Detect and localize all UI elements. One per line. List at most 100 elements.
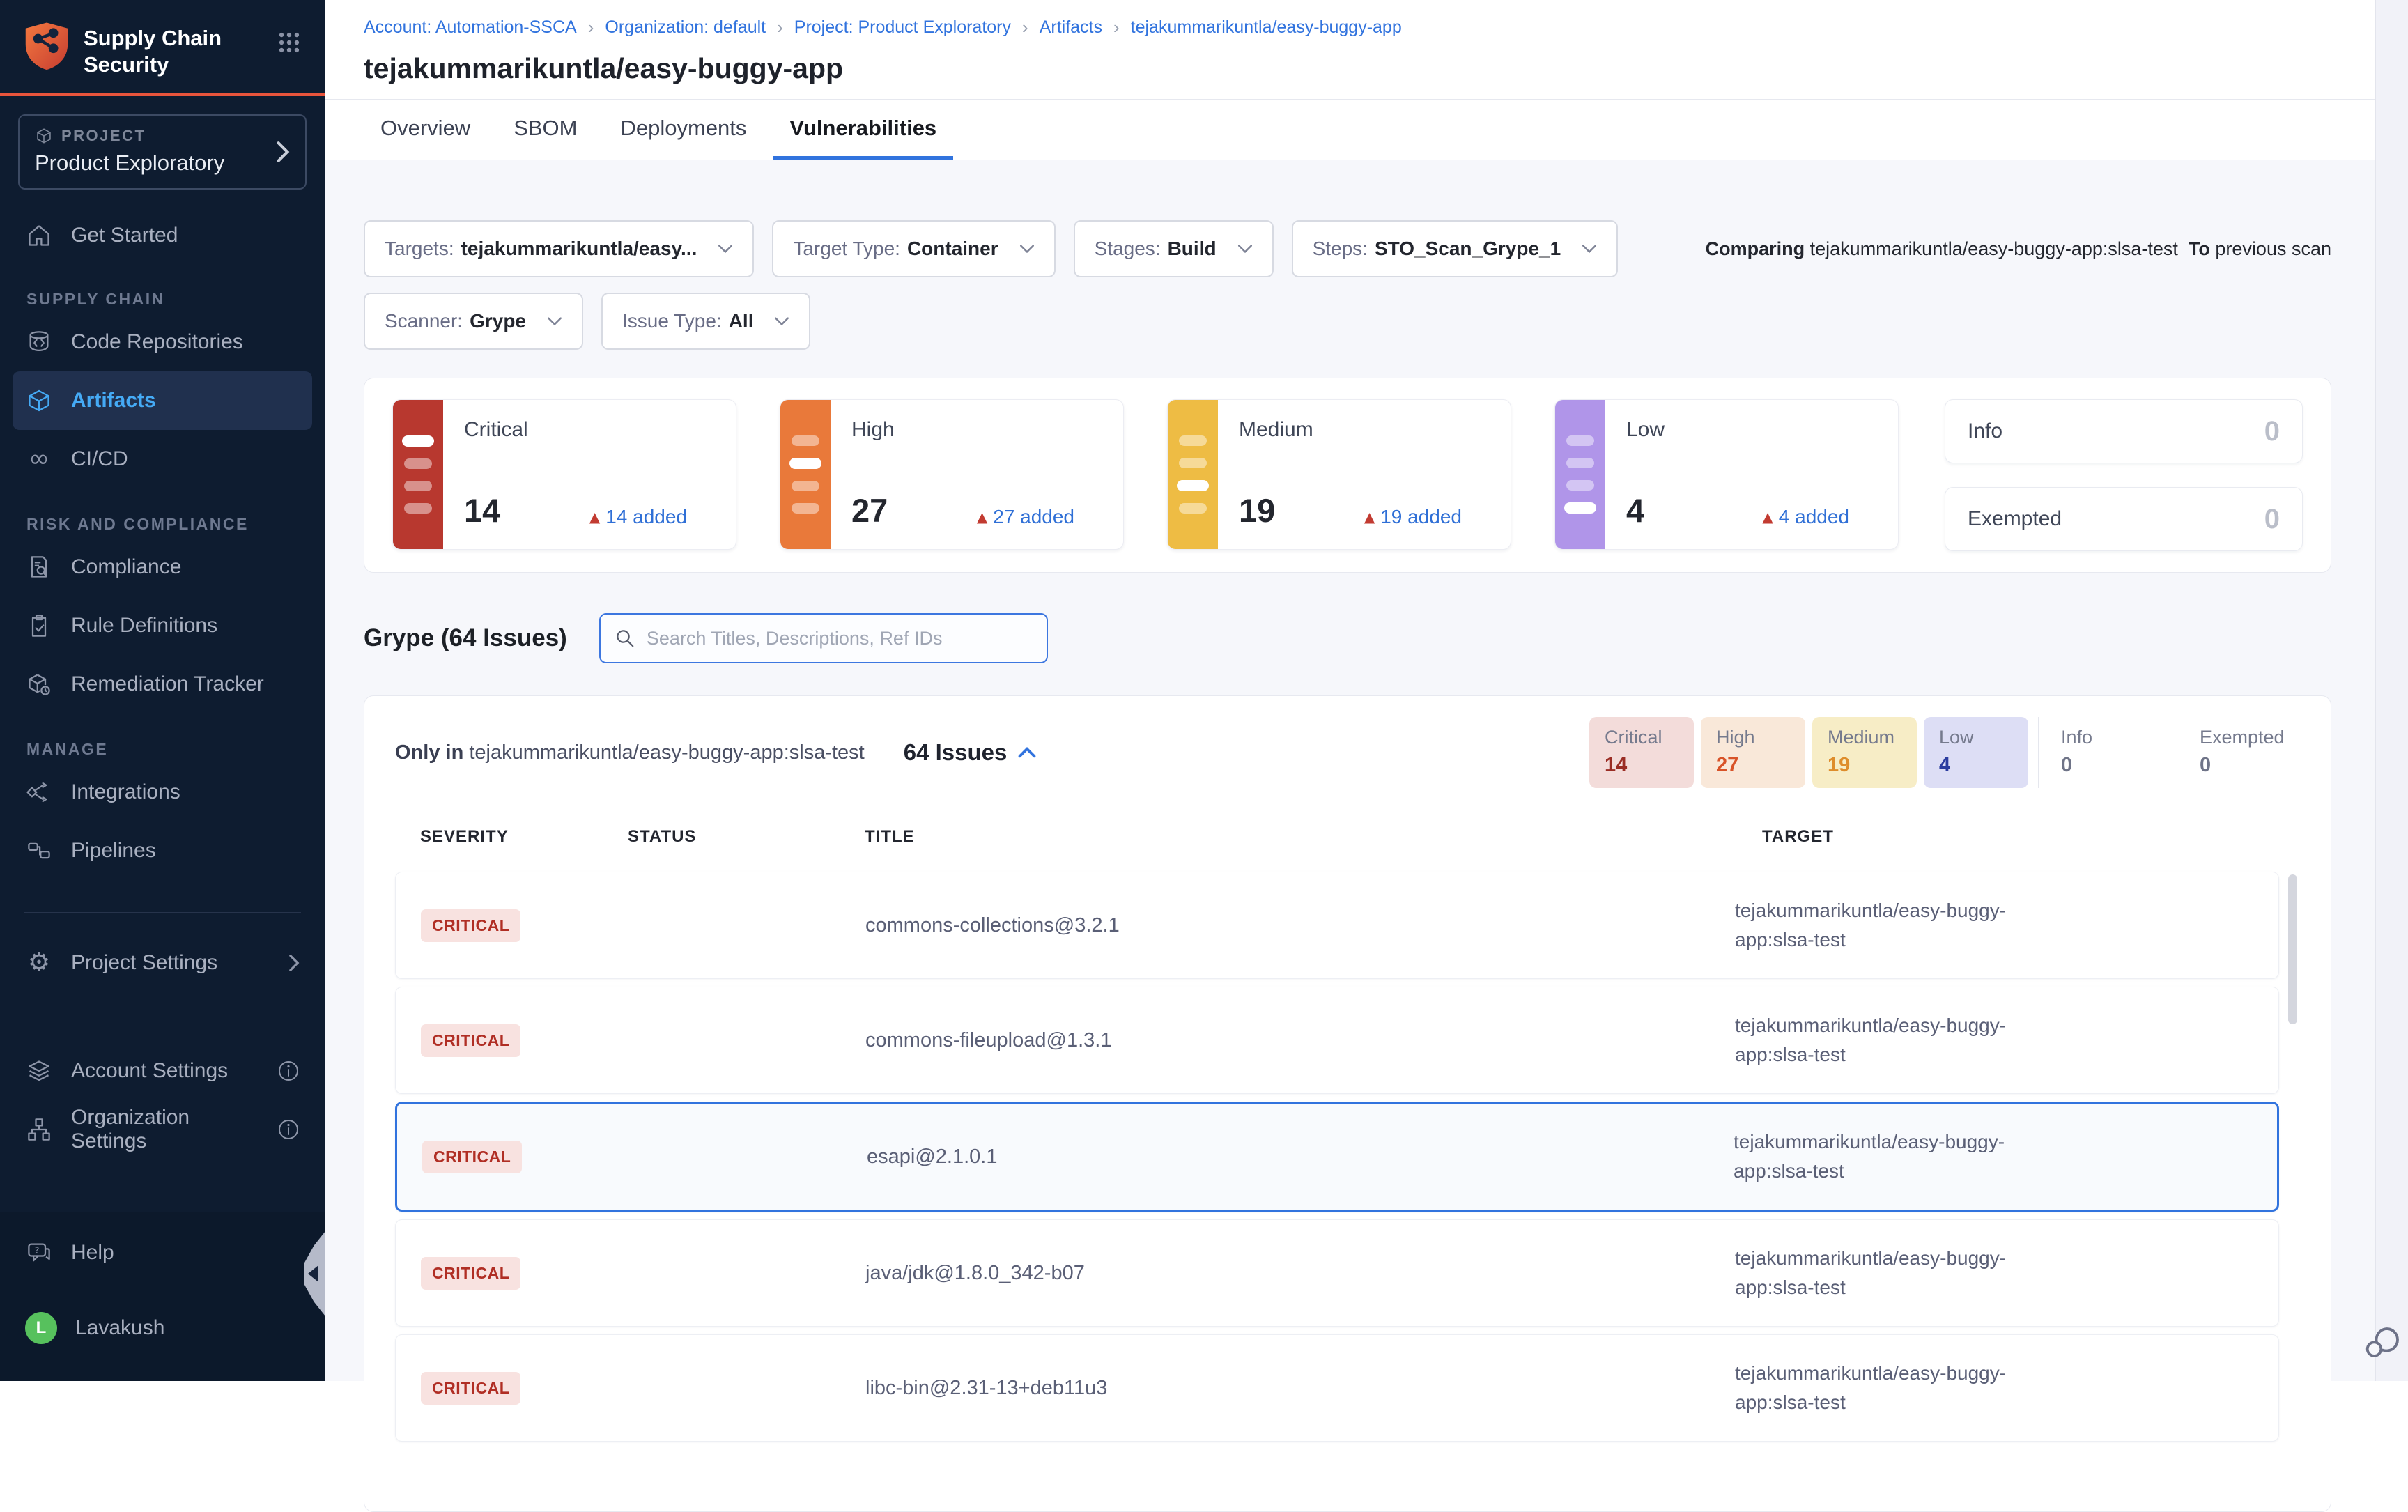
high-summary-card[interactable]: High 27 ▲ 27 added — [780, 399, 1124, 550]
project-label: PROJECT — [61, 127, 146, 145]
org-chart-icon — [25, 1117, 53, 1142]
tab-overview[interactable]: Overview — [364, 100, 487, 160]
sidebar-item-rule-definitions[interactable]: Rule Definitions — [0, 596, 325, 655]
sidebar-divider — [24, 912, 301, 913]
info-count: 0 — [2264, 416, 2280, 447]
sidebar-item-pipelines[interactable]: Pipelines — [0, 821, 325, 880]
breadcrumb-project[interactable]: Project: Product Exploratory — [794, 17, 1011, 38]
tab-vulnerabilities[interactable]: Vulnerabilities — [773, 100, 953, 160]
collapse-arrow-icon — [308, 1265, 318, 1282]
integrations-icon — [25, 780, 53, 805]
issues-count-toggle[interactable]: 64 Issues — [904, 739, 1037, 766]
search-icon — [615, 628, 635, 649]
critical-level-icon — [393, 400, 443, 549]
issue-row[interactable]: CRITICAL commons-collections@3.2.1 tejak… — [395, 872, 2279, 979]
home-icon — [25, 223, 53, 248]
sidebar-item-organization-settings[interactable]: Organization Settings — [0, 1100, 325, 1159]
sidebar-section-manage: MANAGE — [0, 740, 325, 759]
info-summary-card[interactable]: Info 0 — [1945, 399, 2303, 463]
sidebar-item-label: CI/CD — [71, 447, 128, 471]
issue-title: esapi@2.1.0.1 — [867, 1145, 1734, 1168]
info-circle-icon[interactable] — [277, 1118, 300, 1141]
page-header: Account: Automation-SSCA › Organization:… — [325, 0, 2408, 160]
sidebar-item-artifacts[interactable]: Artifacts — [13, 371, 312, 430]
project-selector[interactable]: PROJECT Product Exploratory — [18, 114, 307, 190]
chip-high[interactable]: High27 — [1701, 717, 1805, 788]
breadcrumb-separator: › — [777, 17, 783, 38]
triangle-up-icon: ▲ — [589, 509, 600, 525]
sidebar-item-integrations[interactable]: Integrations — [0, 763, 325, 821]
scanner-filter-dropdown[interactable]: Scanner: Grype — [364, 293, 583, 350]
triangle-up-icon: ▲ — [977, 509, 987, 525]
chip-info[interactable]: Info0 — [2038, 717, 2167, 788]
supply-chain-security-logo-icon — [24, 21, 70, 71]
issues-table-header: SEVERITY STATUS TITLE TARGET — [395, 827, 2306, 847]
stages-filter-dropdown[interactable]: Stages: Build — [1074, 220, 1274, 277]
project-name: Product Exploratory — [35, 151, 290, 176]
medium-summary-card[interactable]: Medium 19 ▲ 19 added — [1167, 399, 1511, 550]
issue-row[interactable]: CRITICAL java/jdk@1.8.0_342-b07 tejakumm… — [395, 1219, 2279, 1327]
sidebar-section-risk-compliance: RISK AND COMPLIANCE — [0, 515, 325, 534]
sidebar-item-help[interactable]: ? Help — [0, 1224, 325, 1282]
medium-level-icon — [1168, 400, 1218, 549]
critical-added-link[interactable]: ▲ 14 added — [589, 506, 687, 528]
user-name: Lavakush — [75, 1316, 164, 1340]
high-added-link[interactable]: ▲ 27 added — [977, 506, 1074, 528]
issues-toolbar: Grype (64 Issues) — [364, 613, 2331, 663]
chip-critical[interactable]: Critical14 — [1589, 717, 1694, 788]
severity-badge: CRITICAL — [422, 1141, 522, 1173]
medium-added-link[interactable]: ▲ 19 added — [1364, 506, 1462, 528]
page-scrollbar-track[interactable] — [2375, 0, 2408, 1381]
support-chat-icon[interactable] — [2361, 1321, 2402, 1363]
triangle-up-icon: ▲ — [1364, 509, 1375, 525]
sidebar-item-cicd[interactable]: ∞ CI/CD — [0, 430, 325, 488]
sidebar-item-code-repositories[interactable]: Code Repositories — [0, 313, 325, 371]
user-menu[interactable]: L Lavakush — [0, 1299, 325, 1357]
breadcrumb: Account: Automation-SSCA › Organization:… — [364, 17, 2369, 38]
sidebar-item-get-started[interactable]: Get Started — [0, 212, 325, 259]
layers-icon — [25, 1058, 53, 1083]
low-summary-card[interactable]: Low 4 ▲ 4 added — [1554, 399, 1899, 550]
code-repository-icon — [25, 330, 53, 355]
sidebar-item-compliance[interactable]: Compliance — [0, 538, 325, 596]
sidebar-item-label: Integrations — [71, 780, 180, 804]
chevron-down-icon — [547, 316, 562, 326]
medium-count: 19 — [1239, 491, 1275, 530]
steps-filter-dropdown[interactable]: Steps: STO_Scan_Grype_1 — [1292, 220, 1619, 277]
breadcrumb-artifact-name[interactable]: tejakummarikuntla/easy-buggy-app — [1131, 17, 1402, 38]
chevron-down-icon — [718, 244, 733, 254]
issue-row[interactable]: CRITICAL commons-fileupload@1.3.1 tejaku… — [395, 987, 2279, 1094]
sidebar-item-remediation-tracker[interactable]: Remediation Tracker — [0, 655, 325, 713]
triangle-up-icon: ▲ — [1762, 509, 1773, 525]
critical-summary-card[interactable]: Critical 14 ▲ 14 added — [392, 399, 736, 550]
severity-summary-panel: Critical 14 ▲ 14 added High 27 — [364, 378, 2331, 573]
app-title: Supply Chain Security — [84, 21, 236, 78]
tab-sbom[interactable]: SBOM — [497, 100, 594, 160]
issue-target: tejakummarikuntla/easy-buggy-app:slsa-te… — [1735, 1244, 2048, 1302]
issue-target: tejakummarikuntla/easy-buggy-app:slsa-te… — [1735, 1011, 2048, 1070]
table-scrollbar-thumb[interactable] — [2288, 874, 2297, 1024]
issue-target: tejakummarikuntla/easy-buggy-app:slsa-te… — [1734, 1127, 2047, 1186]
info-circle-icon[interactable] — [277, 1060, 300, 1082]
chip-exempted[interactable]: Exempted0 — [2177, 717, 2306, 788]
issue-row-selected[interactable]: CRITICAL esapi@2.1.0.1 tejakummarikuntla… — [395, 1102, 2279, 1212]
chip-low[interactable]: Low4 — [1924, 717, 2028, 788]
target-type-filter-dropdown[interactable]: Target Type: Container — [772, 220, 1055, 277]
breadcrumb-account[interactable]: Account: Automation-SSCA — [364, 17, 577, 38]
scanner-issues-heading: Grype (64 Issues) — [364, 624, 567, 652]
app-grid-icon[interactable] — [277, 21, 301, 54]
sidebar-item-project-settings[interactable]: ⚙ Project Settings — [0, 934, 325, 992]
targets-filter-dropdown[interactable]: Targets: tejakummarikuntla/easy... — [364, 220, 754, 277]
issue-type-filter-dropdown[interactable]: Issue Type: All — [601, 293, 810, 350]
breadcrumb-organization[interactable]: Organization: default — [605, 17, 766, 38]
sidebar-section-supply-chain: SUPPLY CHAIN — [0, 290, 325, 309]
chip-medium[interactable]: Medium19 — [1812, 717, 1917, 788]
exempted-summary-card[interactable]: Exempted 0 — [1945, 487, 2303, 551]
sidebar-item-account-settings[interactable]: Account Settings — [0, 1042, 325, 1100]
breadcrumb-artifacts[interactable]: Artifacts — [1040, 17, 1102, 38]
search-input[interactable] — [645, 627, 1033, 650]
tab-deployments[interactable]: Deployments — [604, 100, 764, 160]
issue-row[interactable]: CRITICAL libc-bin@2.31-13+deb11u3 tejaku… — [395, 1334, 2279, 1442]
sidebar: Supply Chain Security PROJECT Product Ex… — [0, 0, 325, 1381]
low-added-link[interactable]: ▲ 4 added — [1762, 506, 1849, 528]
